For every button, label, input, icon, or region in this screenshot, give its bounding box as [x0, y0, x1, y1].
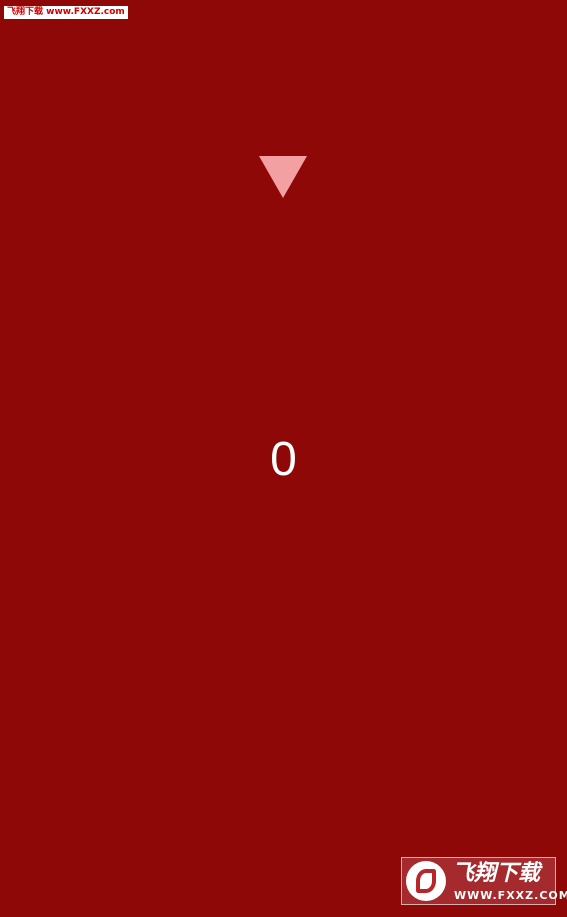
fxxz-logo-icon: [406, 861, 446, 901]
score-display: 0: [270, 433, 297, 486]
watermark-bottom: 飞翔下载 WWW.FXXZ.COM: [401, 857, 567, 905]
triangle-down-icon: [259, 156, 307, 198]
watermark-top: 飞翔下载 www.FXXZ.com: [4, 6, 128, 19]
logo-mark: [416, 869, 436, 893]
watermark-url: WWW.FXXZ.COM: [454, 889, 567, 902]
game-screen[interactable]: 飞翔下载 www.FXXZ.com 0 飞翔下载 WWW.FXXZ.COM: [0, 0, 567, 917]
watermark-brand: 飞翔下载: [452, 861, 541, 886]
